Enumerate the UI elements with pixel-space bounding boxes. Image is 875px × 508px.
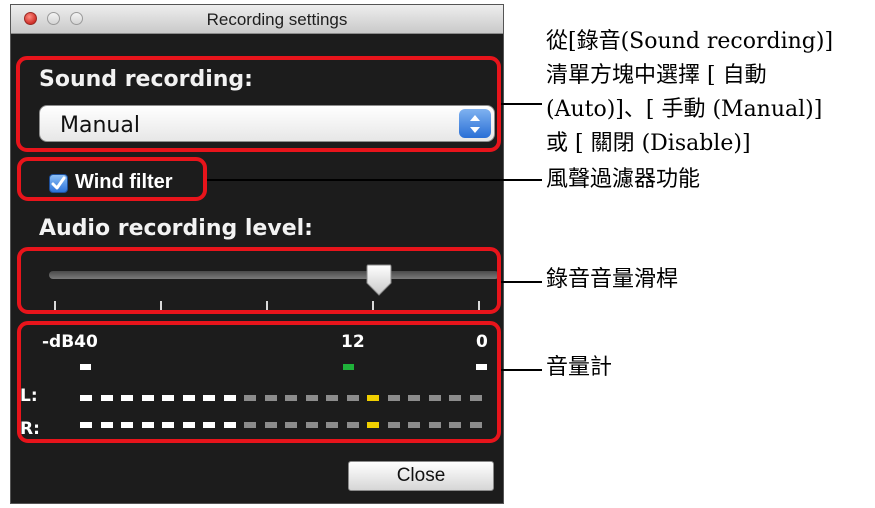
audio-level-label: Audio recording level:: [39, 216, 313, 241]
annotation-sound-3: (Auto)]、[ 手動 (Manual)]: [546, 97, 823, 122]
annotation-slider: 錄音音量滑桿: [546, 267, 679, 292]
annotation-sound-4: 或 [ 關閉 (Disable)]: [546, 131, 751, 156]
leader-line: [501, 281, 542, 283]
leader-line: [207, 179, 542, 181]
annotation-meter: 音量計: [546, 355, 613, 380]
annotation-wind-filter: 風聲過濾器功能: [546, 167, 701, 192]
highlight-meter: [17, 321, 501, 443]
title-bar[interactable]: Recording settings: [11, 5, 503, 34]
leader-line: [501, 103, 542, 105]
highlight-wind-filter: [17, 157, 207, 201]
window-title: Recording settings: [206, 10, 348, 29]
highlight-sound-recording: [16, 56, 501, 152]
highlight-slider: [17, 247, 501, 314]
annotation-sound-1: 從[錄音(Sound recording)]: [546, 29, 834, 54]
annotation-sound-2: 清單方塊中選擇 [ 自動: [546, 63, 767, 88]
leader-line: [501, 369, 542, 371]
close-button[interactable]: Close: [348, 461, 494, 491]
